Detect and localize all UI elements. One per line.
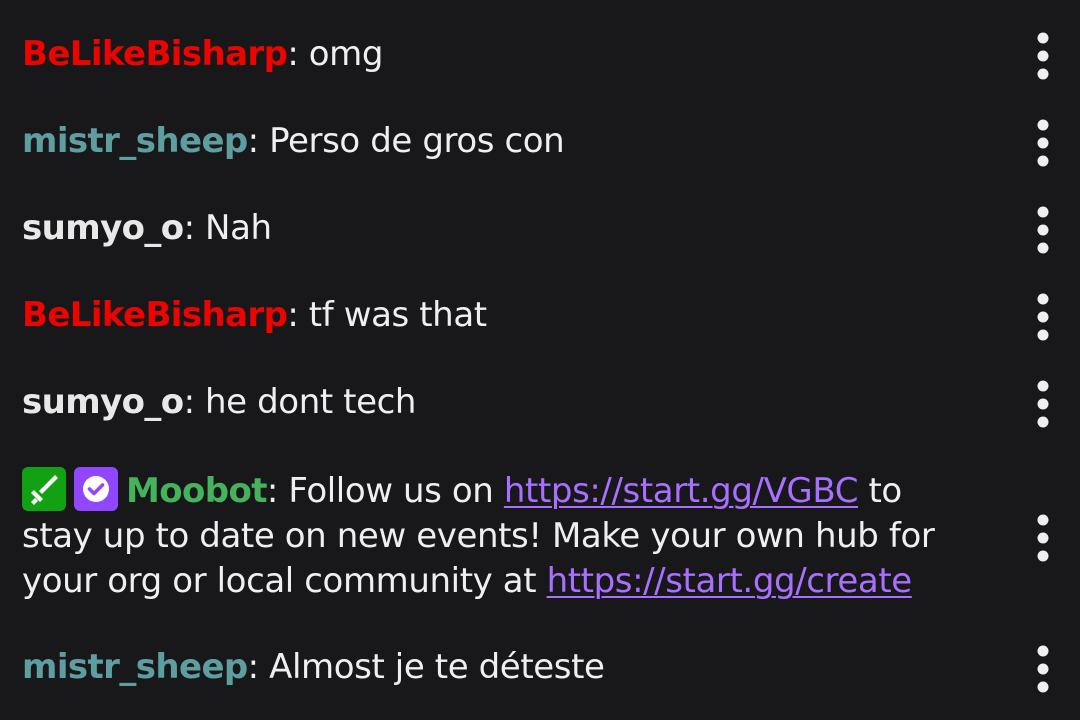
- chat-message-text: Follow us on: [288, 471, 504, 511]
- chat-separator: :: [183, 208, 206, 248]
- chat-message: BeLikeBisharp: tf was that: [22, 293, 1012, 338]
- sword-icon: [31, 475, 58, 505]
- message-more-options-button[interactable]: [1026, 28, 1060, 84]
- chat-separator: :: [247, 121, 270, 161]
- chat-link[interactable]: https://start.gg/create: [547, 561, 913, 601]
- chat-message-text: he dont tech: [205, 382, 417, 422]
- message-more-options-button[interactable]: [1026, 376, 1060, 432]
- chat-message: mistr_sheep: Perso de gros con: [22, 119, 1012, 164]
- chat-message-text: Perso de gros con: [269, 121, 565, 161]
- chat-message-text: tf was that: [308, 295, 487, 335]
- chat-separator: :: [266, 471, 289, 511]
- message-more-options-button[interactable]: [1026, 289, 1060, 345]
- chat-message: BeLikeBisharp: omg: [22, 32, 1012, 77]
- chat-username[interactable]: sumyo_o: [22, 208, 184, 248]
- chat-message-text: omg: [308, 34, 384, 74]
- chat-separator: :: [287, 295, 309, 335]
- message-more-options-button[interactable]: [1026, 115, 1060, 171]
- chat-username[interactable]: Moobot: [126, 471, 268, 511]
- chat-username[interactable]: mistr_sheep: [22, 647, 248, 687]
- chat-message-text: Almost je te déteste: [269, 647, 605, 687]
- vertical-ellipsis-icon: [1037, 380, 1049, 428]
- chat-message: sumyo_o: he dont tech: [22, 380, 1012, 425]
- chat-message: Moobot: Follow us on https://start.gg/VG…: [22, 467, 982, 604]
- message-more-options-button[interactable]: [1026, 510, 1060, 566]
- verified-badge[interactable]: [74, 467, 118, 511]
- vertical-ellipsis-icon: [1037, 645, 1049, 693]
- message-more-options-button[interactable]: [1026, 641, 1060, 697]
- chat-separator: :: [287, 34, 309, 74]
- chat-message-text: Nah: [205, 208, 272, 248]
- chat-username[interactable]: sumyo_o: [22, 382, 184, 422]
- chat-separator: :: [247, 647, 270, 687]
- vertical-ellipsis-icon: [1037, 293, 1049, 341]
- vertical-ellipsis-icon: [1037, 32, 1049, 80]
- verified-check-icon: [83, 476, 109, 502]
- vertical-ellipsis-icon: [1037, 206, 1049, 254]
- moderator-badge[interactable]: [22, 467, 66, 511]
- chat-username[interactable]: mistr_sheep: [22, 121, 248, 161]
- chat-link[interactable]: https://start.gg/VGBC: [504, 471, 859, 511]
- message-more-options-button[interactable]: [1026, 202, 1060, 258]
- vertical-ellipsis-icon: [1037, 514, 1049, 562]
- chat-username[interactable]: BeLikeBisharp: [22, 34, 288, 74]
- vertical-ellipsis-icon: [1037, 119, 1049, 167]
- chat-message: mistr_sheep: Almost je te déteste: [22, 645, 1012, 690]
- chat-message-list: BeLikeBisharp: omg mistr_sheep: Perso de…: [0, 0, 1080, 720]
- chat-separator: :: [183, 382, 206, 422]
- chat-message: sumyo_o: Nah: [22, 206, 1012, 251]
- chat-username[interactable]: BeLikeBisharp: [22, 295, 288, 335]
